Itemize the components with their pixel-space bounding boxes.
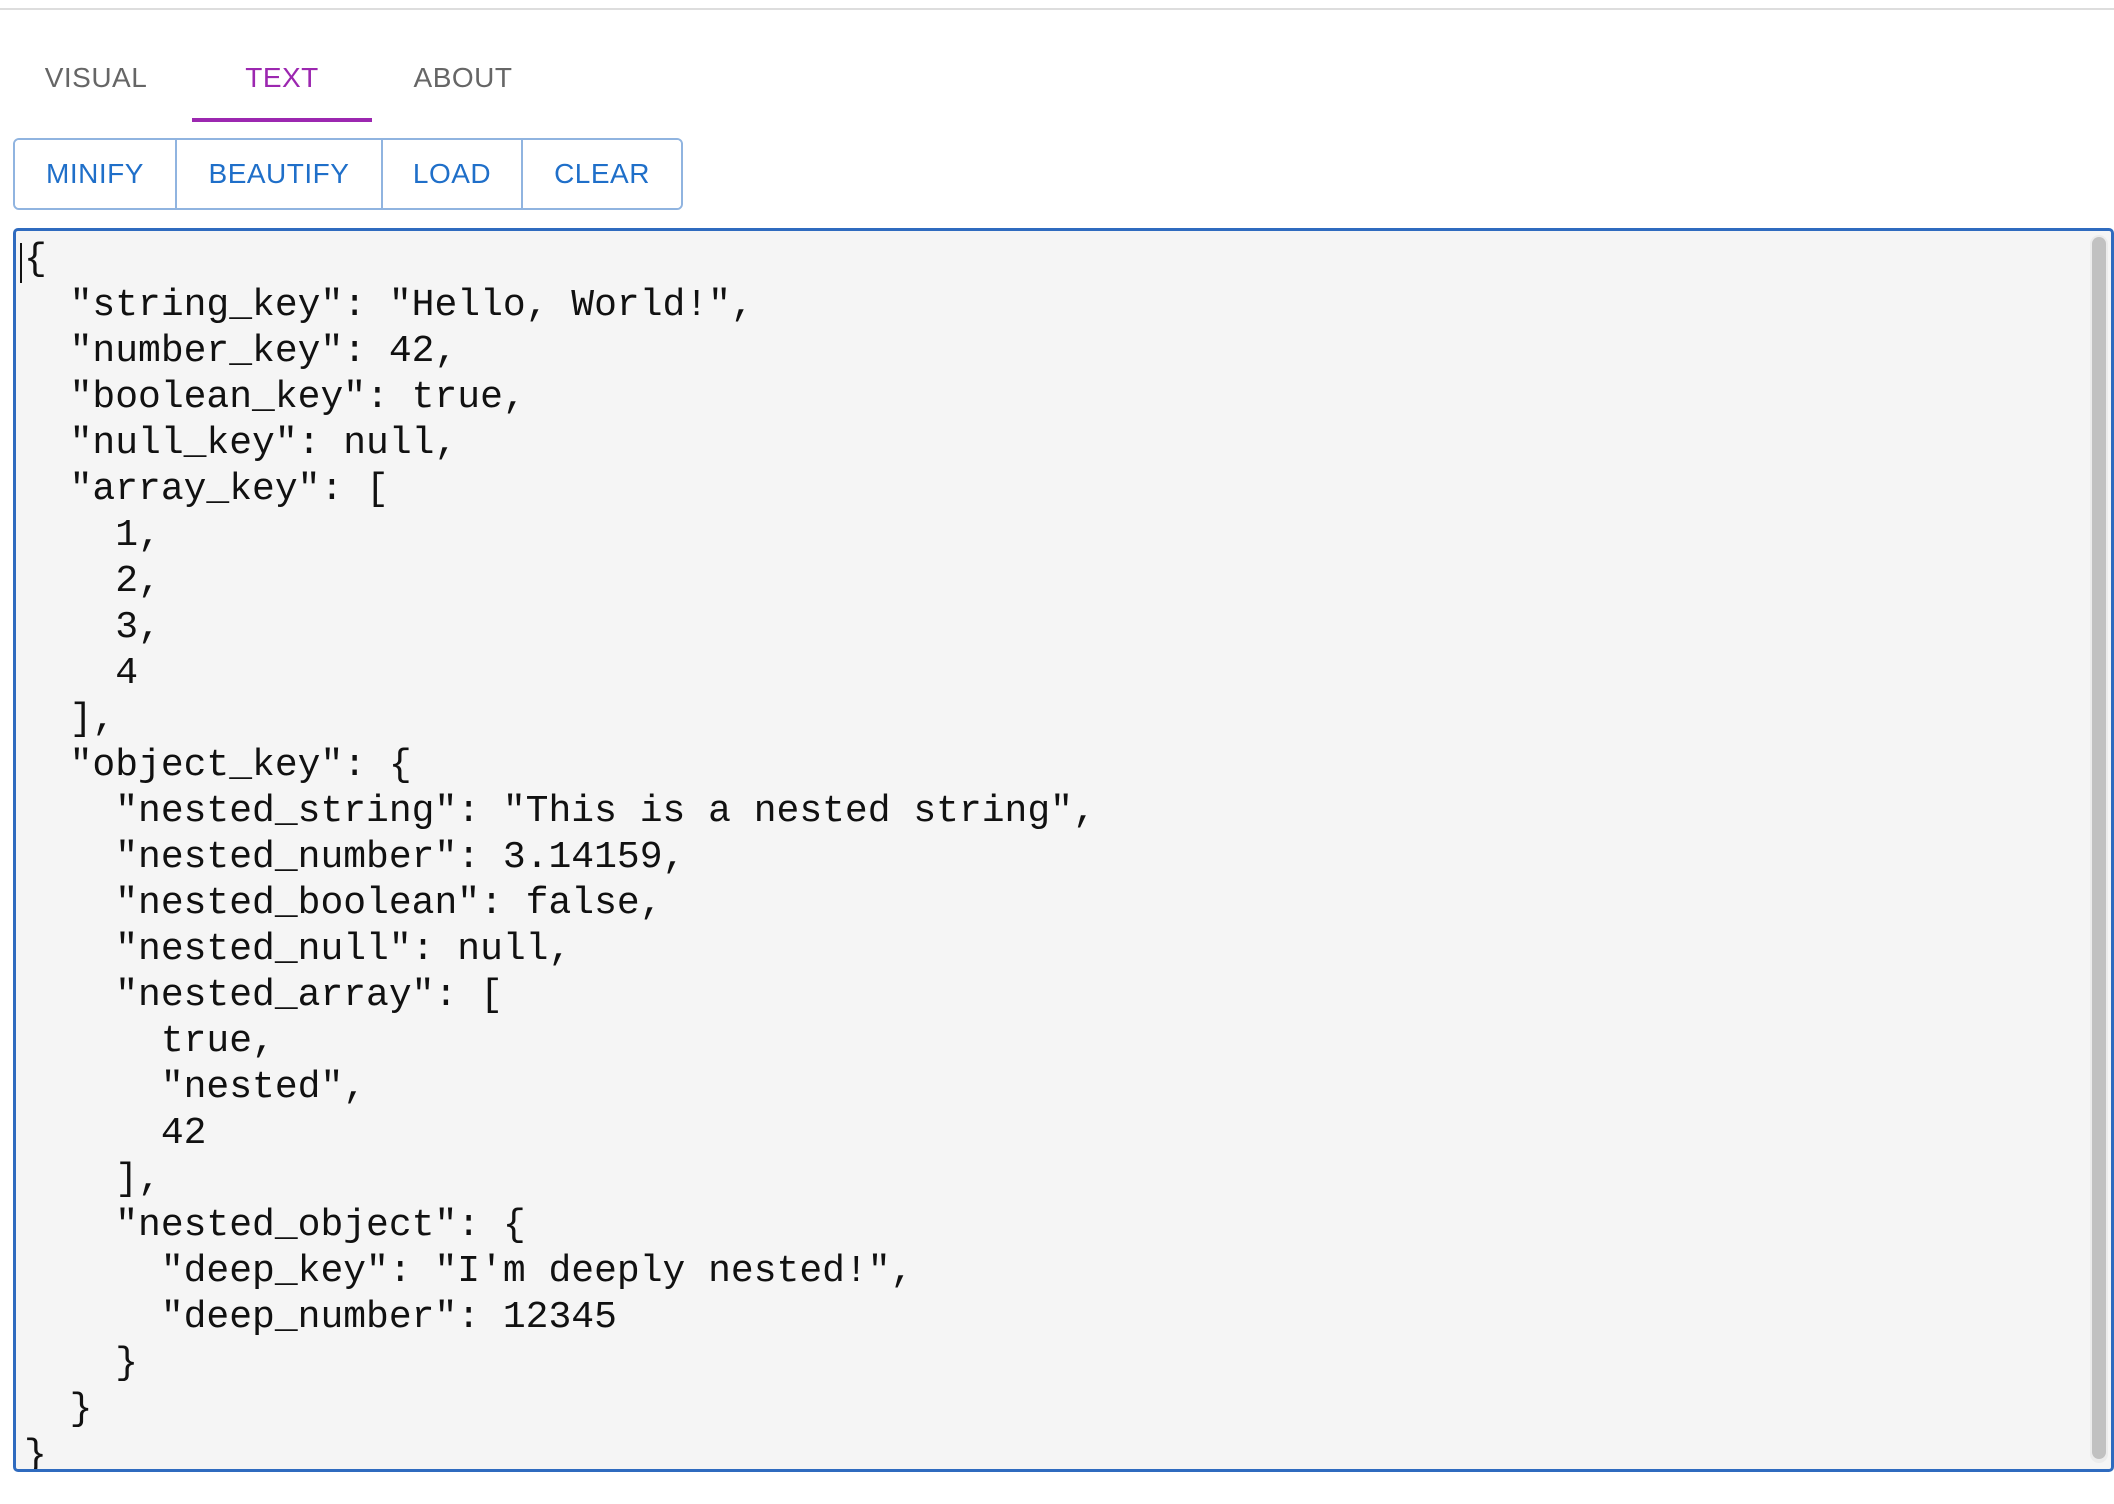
tab-about[interactable]: ABOUT [372, 34, 554, 122]
json-text-content[interactable]: { "string_key": "Hello, World!", "number… [24, 237, 1096, 1469]
editor-scrollbar[interactable] [2090, 235, 2108, 1463]
text-caret [20, 243, 22, 283]
scrollbar-thumb[interactable] [2092, 237, 2106, 1459]
beautify-button[interactable]: BEAUTIFY [175, 140, 381, 208]
json-text-editor[interactable]: { "string_key": "Hello, World!", "number… [13, 228, 2114, 1472]
view-tabs: VISUAL TEXT ABOUT [0, 34, 554, 122]
tab-visual[interactable]: VISUAL [0, 34, 192, 122]
tab-text[interactable]: TEXT [192, 34, 372, 122]
clear-button[interactable]: CLEAR [521, 140, 681, 208]
minify-button[interactable]: MINIFY [15, 140, 175, 208]
top-divider [0, 8, 2114, 10]
toolbar-button-group: MINIFY BEAUTIFY LOAD CLEAR [13, 138, 683, 210]
load-button[interactable]: LOAD [381, 140, 521, 208]
